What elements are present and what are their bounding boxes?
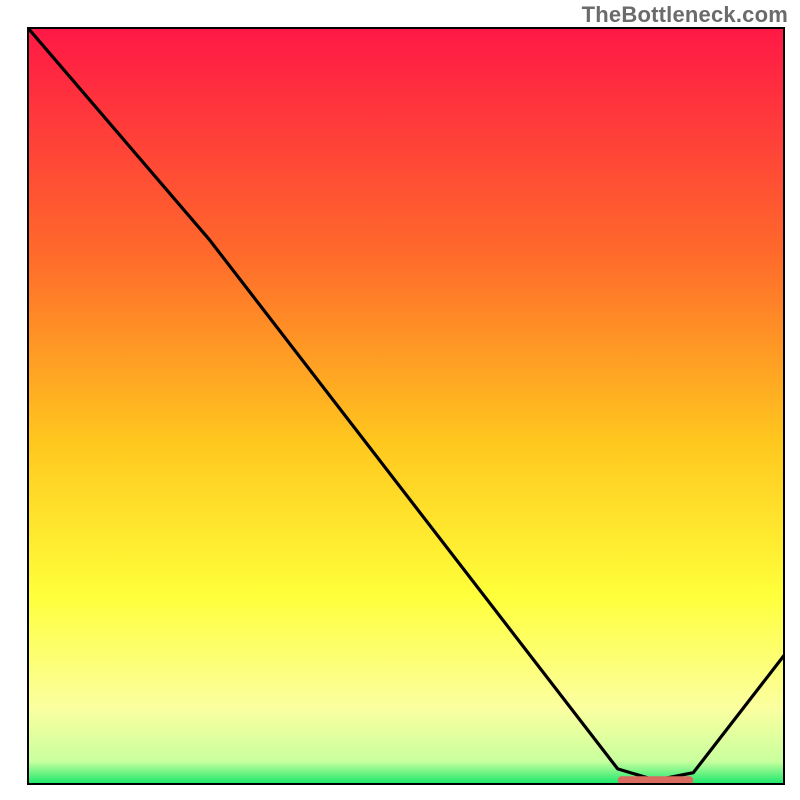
- chart-svg: [0, 0, 800, 800]
- watermark-label: TheBottleneck.com: [582, 2, 788, 28]
- chart-container: TheBottleneck.com: [0, 0, 800, 800]
- plot-background: [28, 28, 784, 784]
